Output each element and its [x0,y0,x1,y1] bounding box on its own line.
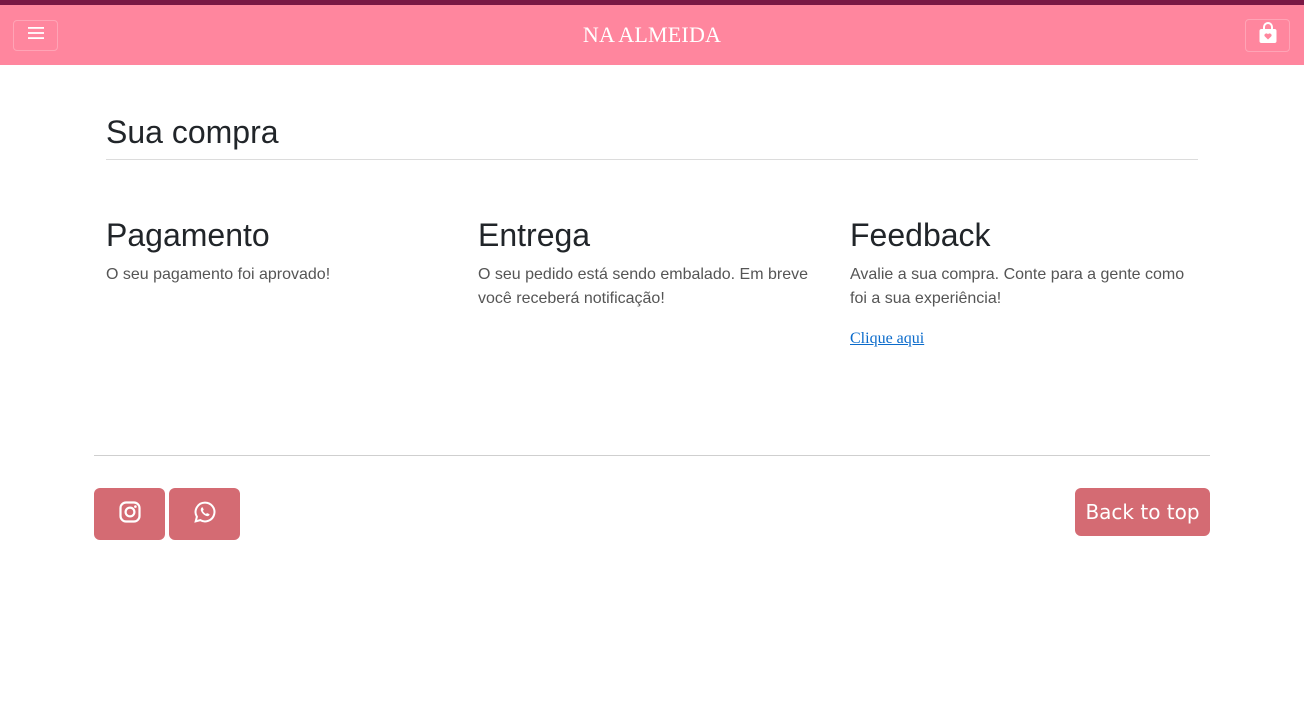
feedback-link[interactable]: Clique aqui [850,330,924,348]
whatsapp-button[interactable] [169,488,240,540]
brand-name[interactable]: NA ALMEIDA [0,22,1304,48]
page-title: Sua compra [106,114,279,150]
delivery-text: O seu pedido está sendo embalado. Em bre… [478,266,808,307]
payment-heading: Pagamento [106,217,270,253]
instagram-button[interactable] [94,488,165,540]
feedback-heading: Feedback [850,217,991,253]
navbar: NA ALMEIDA [0,5,1304,65]
delivery-heading: Entrega [478,217,591,253]
shopping-bag-icon [1258,22,1278,49]
feedback-text: Avalie a sua compra. Conte para a gente … [850,266,1185,307]
feedback-section: Feedback Avalie a sua compra. Conte para… [850,216,1190,348]
back-to-top-button[interactable]: Back to top [1075,488,1210,536]
delivery-section: Entrega O seu pedido está sendo embalado… [478,216,818,311]
cart-button[interactable] [1245,19,1290,52]
payment-section: Pagamento O seu pagamento foi aprovado! [106,216,446,287]
footer-divider [94,455,1210,456]
instagram-icon [118,500,142,529]
title-divider [106,159,1198,160]
whatsapp-icon [193,500,217,529]
payment-text: O seu pagamento foi aprovado! [106,266,331,283]
